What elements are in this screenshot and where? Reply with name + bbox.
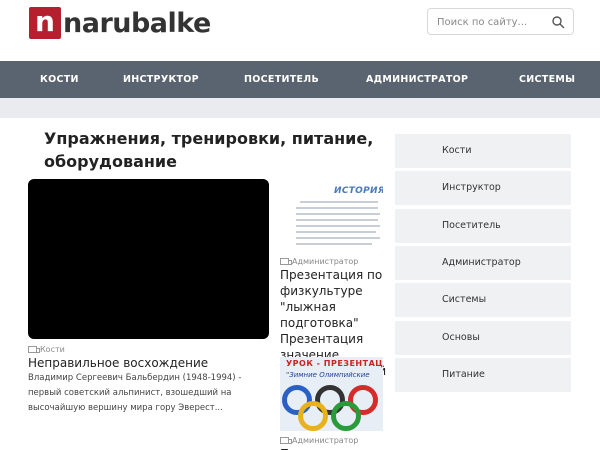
nav-item-systems[interactable]: СИСТЕМЫ	[519, 61, 575, 98]
featured-meta: Кости	[28, 345, 65, 354]
search-input[interactable]	[437, 14, 547, 30]
page-title: Упражнения, тренировки, питание, оборудо…	[44, 129, 374, 171]
thumb-subheading: "Зимние Олимпийские	[286, 371, 370, 379]
sidebar-item-nutrition[interactable]: Питание	[395, 358, 571, 392]
search-box	[427, 8, 574, 35]
featured-category[interactable]: Кости	[40, 345, 65, 354]
sidebar-item-kosti[interactable]: Кости	[395, 134, 571, 168]
site-header: n narubalke	[0, 0, 600, 61]
nav-item-instructor[interactable]: ИНСТРУКТОР	[123, 61, 199, 98]
logo-text: narubalke	[63, 7, 211, 39]
post-meta-1: Администратор	[280, 257, 358, 266]
nav-item-kosti[interactable]: КОСТИ	[40, 61, 79, 98]
post-title-2[interactable]: П	[280, 446, 390, 450]
logo-mark: n	[29, 7, 61, 39]
post-category-2[interactable]: Администратор	[292, 436, 358, 445]
post-category-1[interactable]: Администратор	[292, 257, 358, 266]
post-thumbnail-olympics[interactable]: УРОК - ПРЕЗЕНТАЦ "Зимние Олимпийские	[280, 357, 383, 431]
thumb-heading: ИСТОРИЯ	[334, 186, 383, 196]
sidebar-item-basics[interactable]: Основы	[395, 321, 571, 355]
nav-item-admin[interactable]: АДМИНИСТРАТОР	[366, 61, 468, 98]
olympic-ring-icon	[298, 401, 328, 431]
thumb-heading: УРОК - ПРЕЗЕНТАЦ	[286, 359, 383, 368]
featured-description: Владимир Сергеевич Бальбердин (1948-1994…	[28, 373, 242, 413]
post-thumbnail-history[interactable]: ИСТОРИЯ	[280, 180, 383, 252]
video-icon	[28, 346, 40, 353]
video-icon	[280, 437, 292, 444]
olympic-ring-icon	[331, 401, 361, 431]
post-meta-2: Администратор	[280, 436, 358, 445]
sidebar-item-visitor[interactable]: Посетитель	[395, 209, 571, 243]
main-nav: КОСТИ ИНСТРУКТОР ПОСЕТИТЕЛЬ АДМИНИСТРАТО…	[0, 61, 600, 98]
featured-video[interactable]	[28, 179, 269, 339]
search-icon[interactable]	[551, 15, 565, 29]
sidebar-item-admin[interactable]: Администратор	[395, 246, 571, 280]
sidebar-item-instructor[interactable]: Инструктор	[395, 171, 571, 205]
featured-title[interactable]: Неправильное восхождение	[28, 355, 268, 371]
site-logo[interactable]: n narubalke	[29, 7, 211, 39]
nav-item-visitor[interactable]: ПОСЕТИТЕЛЬ	[244, 61, 319, 98]
video-icon	[280, 258, 292, 265]
nav-decor-strip	[0, 98, 600, 118]
sidebar-item-systems[interactable]: Системы	[395, 283, 571, 317]
